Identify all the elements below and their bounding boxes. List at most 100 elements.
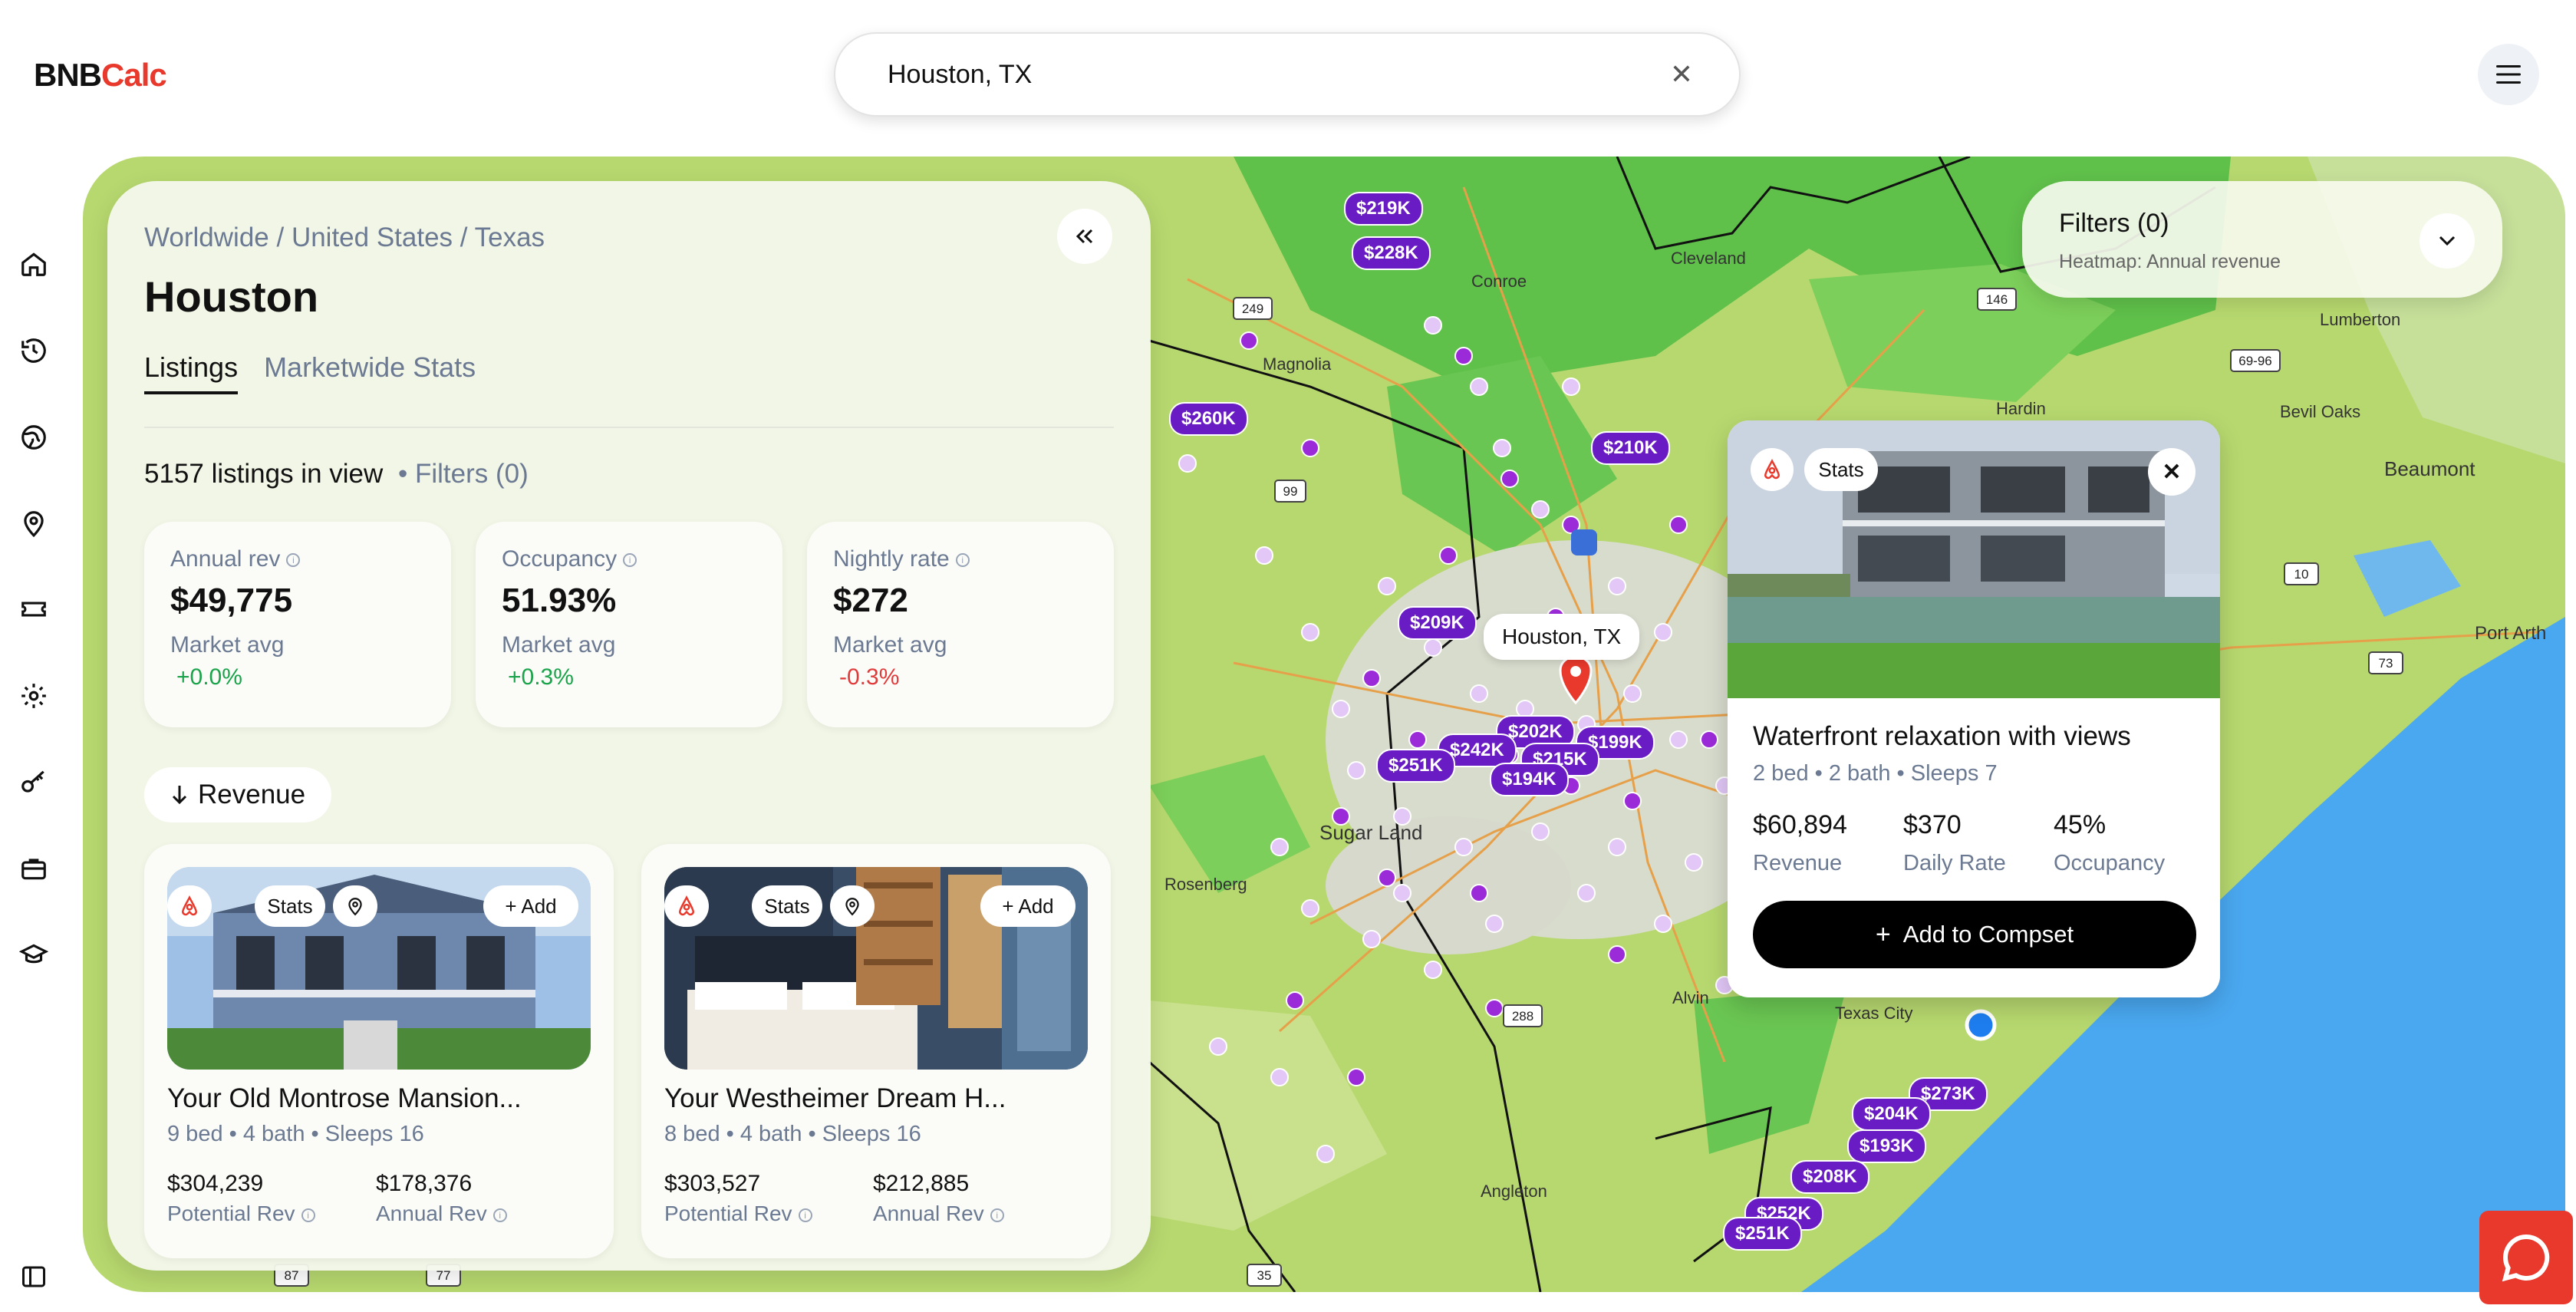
graduation-cap-icon[interactable] [15,937,52,974]
stat-nightly-rate: Nightly rate i $272 Market avg -0.3% [807,522,1114,727]
annual-rev-value: $212,885 [873,1171,970,1196]
ticket-icon[interactable] [15,591,52,628]
tabs: Listings Marketwide Stats [144,351,476,394]
stat-label: Nightly rate [833,546,950,572]
price-pill[interactable]: $228K [1352,236,1431,270]
price-pill[interactable]: $251K [1723,1217,1802,1251]
hamburger-icon [2496,65,2521,84]
settings-gear-icon[interactable] [15,677,52,714]
tab-listings[interactable]: Listings [144,351,239,394]
stat-delta: +0.3% [508,664,574,690]
breadcrumb-worldwide[interactable]: Worldwide [144,223,269,252]
price-pill[interactable]: $194K [1490,763,1569,796]
menu-button[interactable] [2478,44,2539,105]
location-pin-icon[interactable] [830,885,875,927]
chat-button[interactable] [2479,1211,2573,1304]
route-shield-label: 288 [1512,1009,1533,1024]
stat-value: 51.93% [502,582,617,619]
route-shield-label: 10 [2294,567,2309,582]
info-icon[interactable]: i [798,1208,812,1222]
stat-label: Occupancy [502,546,618,572]
listing-card[interactable]: Stats + Add Your Old Montrose Mansion...… [144,844,614,1258]
globe-icon[interactable] [15,419,52,456]
add-button[interactable]: + Add [483,885,578,927]
stat-delta: -0.3% [839,664,900,690]
listing-details: 9 bed • 4 bath • Sleeps 16 [167,1122,424,1146]
market-avg-label: Market avg [502,632,616,658]
price-pill[interactable]: $210K [1591,431,1670,465]
stats-button[interactable]: Stats [255,885,325,927]
briefcase-icon[interactable] [15,850,52,887]
popup-rate: $370 Daily Rate [1903,810,2054,876]
place-label: Cleveland [1671,249,1746,268]
logo-part-2: Calc [101,57,167,93]
occupancy-label: Occupancy [2054,851,2166,875]
airbnb-icon[interactable] [664,885,709,927]
price-pill[interactable]: $208K [1790,1160,1869,1194]
market-avg-label: Market avg [170,632,285,658]
listing-card[interactable]: Stats + Add Your Westheimer Dream H... 8… [641,844,1111,1258]
add-to-compset-button[interactable]: + Add to Compset [1753,901,2196,968]
listing-title: Your Old Montrose Mansion... [167,1083,522,1113]
tab-marketwide-stats[interactable]: Marketwide Stats [264,351,476,394]
info-icon[interactable]: i [492,1208,507,1222]
place-label: Beaumont [2384,457,2476,480]
price-pill[interactable]: $193K [1847,1129,1926,1163]
clear-search-icon[interactable]: ✕ [1670,58,1693,91]
pin-label: Houston, TX [1484,614,1640,660]
logo[interactable]: BNBCalc [34,57,167,94]
filters-panel[interactable]: Filters (0) Heatmap: Annual revenue [2022,181,2502,298]
price-pill[interactable]: $251K [1376,749,1455,783]
occupancy-value: 45% [2054,810,2107,839]
location-search[interactable]: ✕ [834,32,1741,117]
price-pill[interactable]: $260K [1169,402,1248,436]
arrow-down-icon [172,786,187,805]
divider [144,427,1114,428]
breadcrumb-texas[interactable]: Texas [475,223,545,252]
price-pill[interactable]: $209K [1398,606,1477,640]
market-avg-label: Market avg [833,632,947,658]
stats-button[interactable]: Stats [752,885,822,927]
stats-button[interactable]: Stats [1804,448,1878,491]
history-icon[interactable] [15,332,52,369]
search-input[interactable] [888,59,1670,90]
airbnb-icon[interactable] [1751,448,1794,491]
breadcrumb-united-states[interactable]: United States [292,223,453,252]
potential-rev-label: Potential Rev i [167,1202,315,1226]
key-icon[interactable] [15,764,52,801]
compset-label: Add to Compset [1902,921,2074,948]
location-pin-icon[interactable] [15,505,52,542]
info-icon[interactable]: i [623,553,637,568]
stat-occupancy: Occupancy i 51.93% Market avg +0.3% [476,522,782,727]
sidebar-toggle-icon[interactable] [15,1258,52,1295]
info-icon[interactable]: i [286,553,301,568]
chevron-down-icon[interactable] [2420,213,2475,269]
info-icon[interactable]: i [301,1208,315,1222]
location-pin-icon[interactable] [333,885,377,927]
info-icon[interactable]: i [955,553,970,568]
chat-bubble-icon [2502,1234,2550,1282]
airbnb-icon[interactable] [167,885,212,927]
route-shield-label: 249 [1242,302,1263,316]
filters-link[interactable]: • Filters (0) [398,459,529,489]
add-button[interactable]: + Add [980,885,1076,927]
popup-title: Waterfront relaxation with views [1753,721,2131,751]
route-shield-label: 73 [2379,656,2393,671]
close-icon[interactable]: ✕ [2148,448,2196,496]
price-pill[interactable]: $204K [1852,1097,1931,1131]
sort-revenue-button[interactable]: Revenue [144,767,332,822]
annual-rev-value: $178,376 [376,1171,473,1196]
potential-rev-value: $304,239 [167,1171,264,1196]
collapse-panel-button[interactable] [1057,209,1112,264]
home-icon[interactable] [15,246,52,282]
place-label: Hardin [1996,399,2046,418]
listing-count-row: 5157 listings in view • Filters (0) [144,459,529,490]
heatmap-label: Heatmap: Annual revenue [2059,251,2281,272]
price-pill[interactable]: $219K [1344,192,1423,226]
info-icon[interactable]: i [990,1208,1004,1222]
rate-label: Daily Rate [1903,851,2006,875]
revenue-value: $60,894 [1753,810,1847,839]
popup-occupancy: 45% Occupancy [2054,810,2204,876]
place-label: Conroe [1471,272,1527,291]
listing-title: Your Westheimer Dream H... [664,1083,1006,1113]
